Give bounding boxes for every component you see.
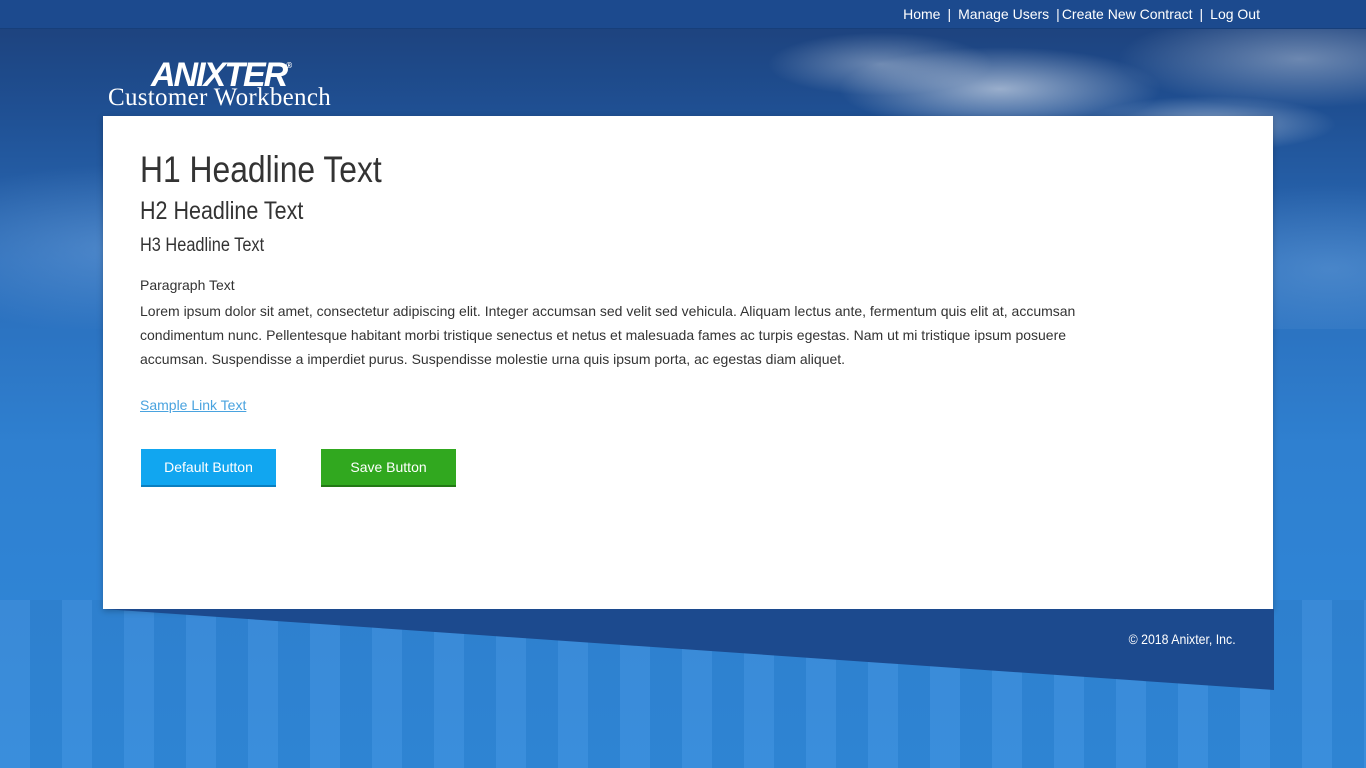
- sample-link[interactable]: Sample Link Text: [140, 397, 246, 413]
- copyright-text: © 2018 Anixter, Inc.: [1128, 631, 1236, 647]
- nav-logout-link[interactable]: Log Out: [1210, 6, 1260, 22]
- top-nav: Home | Manage Users | Create New Contrac…: [903, 6, 1260, 22]
- h3-headline: H3 Headline Text: [140, 235, 265, 256]
- content-body: H1 Headline Text H2 Headline Text H3 Hea…: [140, 149, 1100, 415]
- paragraph-title: Paragraph Text: [140, 277, 235, 293]
- logo-registered-mark: ®: [286, 61, 293, 70]
- anixter-logo[interactable]: ANIXTER® Customer Workbench: [108, 48, 358, 114]
- button-row: Default Button Save Button: [141, 449, 456, 487]
- default-button[interactable]: Default Button: [141, 449, 276, 487]
- paragraph-body: Lorem ipsum dolor sit amet, consectetur …: [140, 303, 1076, 367]
- h1-headline: H1 Headline Text: [140, 149, 382, 190]
- nav-manage-users-link[interactable]: Manage Users: [958, 6, 1049, 22]
- save-button[interactable]: Save Button: [321, 449, 456, 487]
- nav-separator: |: [1199, 6, 1204, 22]
- top-nav-bar: Home | Manage Users | Create New Contrac…: [0, 0, 1366, 29]
- nav-separator: |: [947, 6, 952, 22]
- nav-home-link[interactable]: Home: [903, 6, 940, 22]
- content-card: H1 Headline Text H2 Headline Text H3 Hea…: [103, 116, 1273, 609]
- h2-headline: H2 Headline Text: [140, 197, 304, 225]
- nav-create-contract-link[interactable]: Create New Contract: [1062, 6, 1193, 22]
- logo-product-name: Customer Workbench: [108, 84, 332, 111]
- nav-separator: |: [1056, 6, 1060, 22]
